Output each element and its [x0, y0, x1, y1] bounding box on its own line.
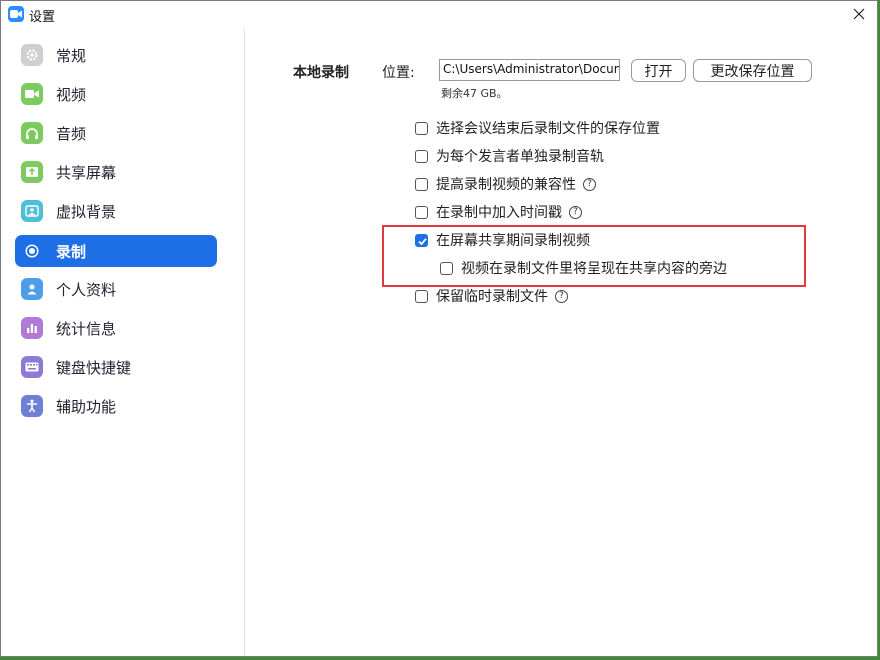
sidebar-item-general[interactable]: 常规: [15, 39, 217, 71]
sidebar-item-keyboard-shortcuts[interactable]: 键盘快捷键: [15, 351, 217, 383]
recording-path-field[interactable]: C:\Users\Administrator\Documents: [439, 59, 620, 81]
sidebar-item-audio[interactable]: 音频: [15, 117, 217, 149]
option-label: 在录制中加入时间戳: [436, 205, 562, 221]
keyboard-icon: [21, 356, 43, 378]
sidebar-item-label: 视频: [56, 86, 87, 104]
sidebar-item-video[interactable]: 视频: [15, 78, 217, 110]
checkbox[interactable]: [415, 289, 428, 303]
title-bar: 设置: [1, 1, 877, 29]
close-button[interactable]: [847, 3, 871, 25]
zoom-app-icon: [8, 6, 24, 22]
open-folder-button[interactable]: 打开: [631, 59, 686, 82]
headphones-icon: [21, 122, 43, 144]
profile-icon: [21, 278, 43, 300]
option-label: 提高录制视频的兼容性: [436, 177, 576, 193]
virtual-background-icon: [21, 200, 43, 222]
video-camera-icon: [21, 83, 43, 105]
option-add-timestamp[interactable]: 在录制中加入时间戳 ?: [415, 202, 582, 222]
sidebar-item-share-screen[interactable]: 共享屏幕: [15, 156, 217, 188]
help-icon[interactable]: ?: [569, 205, 582, 219]
option-label: 为每个发言者单独录制音轨: [436, 149, 604, 165]
location-label: 位置:: [382, 65, 415, 81]
sidebar-item-recording[interactable]: 录制: [15, 235, 217, 267]
sidebar-item-statistics[interactable]: 统计信息: [15, 312, 217, 344]
checkbox[interactable]: [415, 149, 428, 163]
checkbox[interactable]: [415, 121, 428, 135]
sidebar-item-label: 虚拟背景: [56, 203, 117, 221]
sidebar-item-label: 统计信息: [56, 320, 117, 338]
sidebar-item-label: 音频: [56, 125, 87, 143]
option-separate-audio-tracks[interactable]: 为每个发言者单独录制音轨: [415, 146, 604, 166]
change-location-button[interactable]: 更改保存位置: [693, 59, 812, 82]
help-icon[interactable]: ?: [583, 177, 596, 191]
option-label: 保留临时录制文件: [436, 289, 548, 305]
help-icon[interactable]: ?: [555, 289, 568, 303]
sidebar-item-profile[interactable]: 个人资料: [15, 273, 217, 305]
option-optimize-compatibility[interactable]: 提高录制视频的兼容性 ?: [415, 174, 596, 194]
sidebar-item-label: 录制: [56, 243, 87, 261]
share-screen-icon: [21, 161, 43, 183]
sidebar-item-accessibility[interactable]: 辅助功能: [15, 390, 217, 422]
sidebar-item-label: 常规: [56, 47, 87, 65]
option-keep-temp-files[interactable]: 保留临时录制文件 ?: [415, 286, 568, 306]
settings-window: 设置 常规 视频 音频 共享屏幕 虚拟背景 录制 个人资料 统计信息 键盘快捷键…: [0, 0, 878, 657]
sidebar-item-label: 个人资料: [56, 281, 117, 299]
sidebar-item-label: 键盘快捷键: [56, 359, 132, 377]
sidebar-item-virtual-background[interactable]: 虚拟背景: [15, 195, 217, 227]
settings-sidebar: 常规 视频 音频 共享屏幕 虚拟背景 录制 个人资料 统计信息 键盘快捷键 辅助…: [1, 29, 245, 656]
option-label: 选择会议结束后录制文件的保存位置: [436, 121, 660, 137]
checkbox[interactable]: [415, 177, 428, 191]
checkbox[interactable]: [415, 205, 428, 219]
accessibility-icon: [21, 395, 43, 417]
gear-icon: [21, 44, 43, 66]
local-recording-title: 本地录制: [293, 65, 349, 81]
close-icon: [853, 8, 865, 20]
record-icon: [21, 240, 43, 262]
sidebar-item-label: 辅助功能: [56, 398, 117, 416]
statistics-icon: [21, 317, 43, 339]
window-title: 设置: [29, 10, 56, 25]
highlight-annotation-box: [382, 225, 806, 287]
free-space-text: 剩余47 GB。: [441, 87, 508, 100]
sidebar-item-label: 共享屏幕: [56, 164, 117, 182]
option-choose-location-after-meeting[interactable]: 选择会议结束后录制文件的保存位置: [415, 118, 660, 138]
